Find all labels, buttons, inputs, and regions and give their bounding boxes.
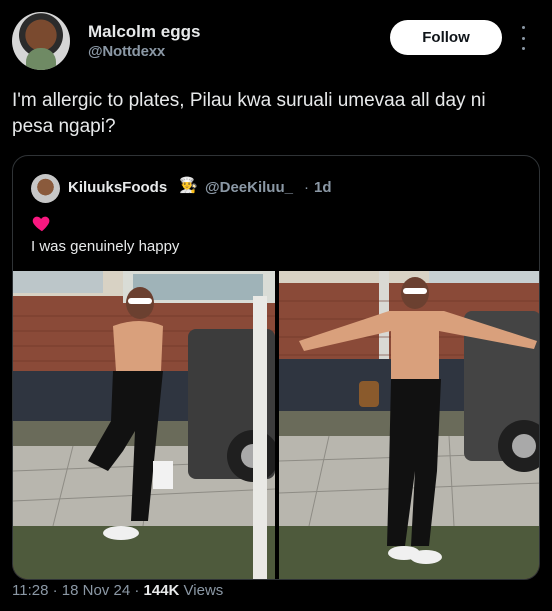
quoted-time[interactable]: 1d [314, 179, 332, 196]
meta-separator: · [134, 582, 140, 599]
views-count: 144K [143, 582, 180, 599]
quoted-text: I was genuinely happy [31, 238, 180, 255]
quoted-tweet[interactable]: KiluuksFoods 👨‍🍳 @DeeKiluu_ · 1d I was g… [12, 155, 540, 580]
views-label: Views [183, 582, 224, 599]
author-display-name[interactable]: Malcolm eggs [88, 22, 200, 42]
tweet-meta: 11:28 · 18 Nov 24 · 144K Views [12, 582, 223, 599]
author-handle[interactable]: @Nottdexx [88, 43, 165, 60]
separator-dot: · [304, 179, 309, 196]
author-avatar[interactable] [12, 12, 70, 70]
tweet-text: I'm allergic to plates, Pilau kwa surual… [12, 90, 486, 137]
quoted-photo-left[interactable] [13, 271, 275, 579]
quoted-photo-right[interactable] [279, 271, 539, 579]
quoted-author-avatar[interactable] [31, 174, 60, 203]
meta-separator: · [52, 582, 58, 599]
tweet-time[interactable]: 11:28 [12, 582, 48, 599]
chef-emoji: 👨‍🍳 [179, 177, 198, 194]
follow-button[interactable]: Follow [390, 20, 502, 55]
quoted-author-name[interactable]: KiluuksFoods [68, 179, 167, 196]
more-options-icon[interactable] [518, 26, 528, 50]
tweet-header: Malcolm eggs @Nottdexx Follow [12, 12, 540, 72]
quoted-author-handle[interactable]: @DeeKiluu_ [205, 179, 293, 196]
tweet-date[interactable]: 18 Nov 24 [62, 582, 130, 599]
heart-icon [32, 216, 50, 232]
